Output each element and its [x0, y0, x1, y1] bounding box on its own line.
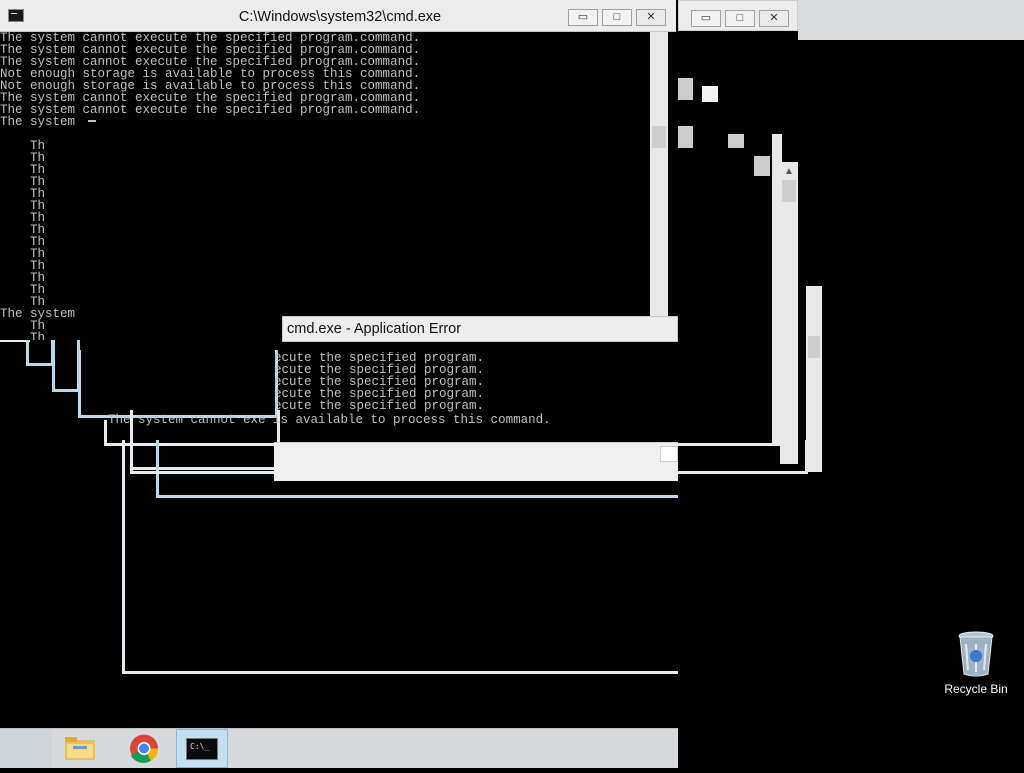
cmd-icon: C:\_ — [186, 738, 218, 760]
vertical-scrollbar[interactable] — [650, 32, 668, 316]
console-line: Th — [0, 235, 46, 249]
console-output[interactable]: The system cannot execute the specified … — [0, 32, 650, 340]
recycle-bin-label: Recycle Bin — [944, 682, 1008, 696]
console-line: Th — [0, 271, 46, 285]
console-line: ecute the specified program. — [274, 399, 485, 413]
taskbar-file-explorer[interactable] — [54, 729, 106, 768]
ghost-scrollbar-thumb — [728, 134, 744, 148]
scrollbar-thumb[interactable] — [652, 126, 666, 148]
console-line: Th — [0, 283, 46, 297]
maximize-icon: □ — [613, 11, 621, 23]
ghost-scrollbar-thumb — [808, 336, 820, 358]
console-line: Th — [0, 175, 46, 189]
error-scroll-corner — [660, 446, 678, 462]
cursor-caret — [88, 120, 96, 122]
second-close-button[interactable]: ✕ — [759, 10, 789, 27]
console-line: Th — [0, 211, 46, 225]
console-line: Th — [0, 295, 46, 309]
minimize-icon: ▭ — [700, 12, 712, 24]
ghost-scrollbar-thumb — [754, 156, 770, 176]
console-line: Th — [0, 151, 46, 165]
ghost-scrollbar — [780, 162, 798, 464]
second-maximize-button[interactable]: □ — [725, 10, 755, 27]
minimize-button[interactable]: ▭ — [568, 9, 598, 26]
minimize-icon: ▭ — [577, 11, 589, 23]
error-dialog-titlebar[interactable]: cmd.exe - Application Error — [282, 316, 678, 342]
close-icon: ✕ — [769, 12, 779, 24]
console-line: Th — [0, 259, 46, 273]
console-line: The system cannot execute the specified … — [0, 103, 421, 117]
taskbar-unpainted — [678, 728, 1024, 768]
close-button[interactable]: ✕ — [636, 9, 666, 26]
desktop-top-strip — [798, 0, 1024, 40]
console-line: Th — [0, 163, 46, 177]
ghost-scrollbar-thumb — [678, 126, 693, 148]
cmd-titlebar[interactable]: C:\Windows\system32\cmd.exe ▭ □ ✕ — [0, 0, 676, 32]
console-line: Th — [0, 247, 46, 261]
error-dialog-title: cmd.exe - Application Error — [287, 321, 462, 337]
ghost-scrollbar-thumb — [702, 86, 718, 102]
close-icon: ✕ — [646, 11, 656, 23]
taskbar-chrome[interactable] — [118, 729, 170, 768]
console-line: Th — [0, 139, 46, 153]
folder-icon — [65, 737, 95, 760]
ghost-window-frame — [78, 350, 278, 418]
maximize-icon: □ — [736, 12, 744, 24]
recycle-bin-icon — [958, 631, 994, 677]
maximize-button[interactable]: □ — [602, 9, 632, 26]
console-line: Th — [0, 199, 46, 213]
console-line: Th — [0, 223, 46, 237]
chrome-icon — [130, 734, 158, 763]
window-title: C:\Windows\system32\cmd.exe — [238, 9, 442, 25]
ghost-scrollbar-thumb — [782, 180, 796, 202]
recycle-bin[interactable]: Recycle Bin — [938, 630, 1014, 700]
error-dialog-body — [274, 442, 678, 481]
taskbar-command-prompt[interactable]: C:\_ — [176, 729, 228, 768]
ghost-scrollbar — [806, 286, 822, 472]
behind-console-line: The system cannot exe is available to pr… — [108, 413, 551, 427]
taskbar: C:\_ — [0, 728, 678, 768]
console-line: Th — [0, 187, 46, 201]
ghost-scrollbar-thumb — [678, 78, 693, 100]
console-line: The system — [0, 115, 76, 129]
second-cmd-titlebar[interactable]: ▭ □ ✕ — [678, 0, 798, 31]
cmd-icon — [8, 9, 24, 22]
scroll-up-arrow-icon: ▲ — [784, 166, 794, 177]
start-area[interactable] — [0, 729, 52, 768]
cmd-window[interactable]: C:\Windows\system32\cmd.exe ▭ □ ✕ The sy… — [0, 0, 676, 340]
second-minimize-button[interactable]: ▭ — [691, 10, 721, 27]
